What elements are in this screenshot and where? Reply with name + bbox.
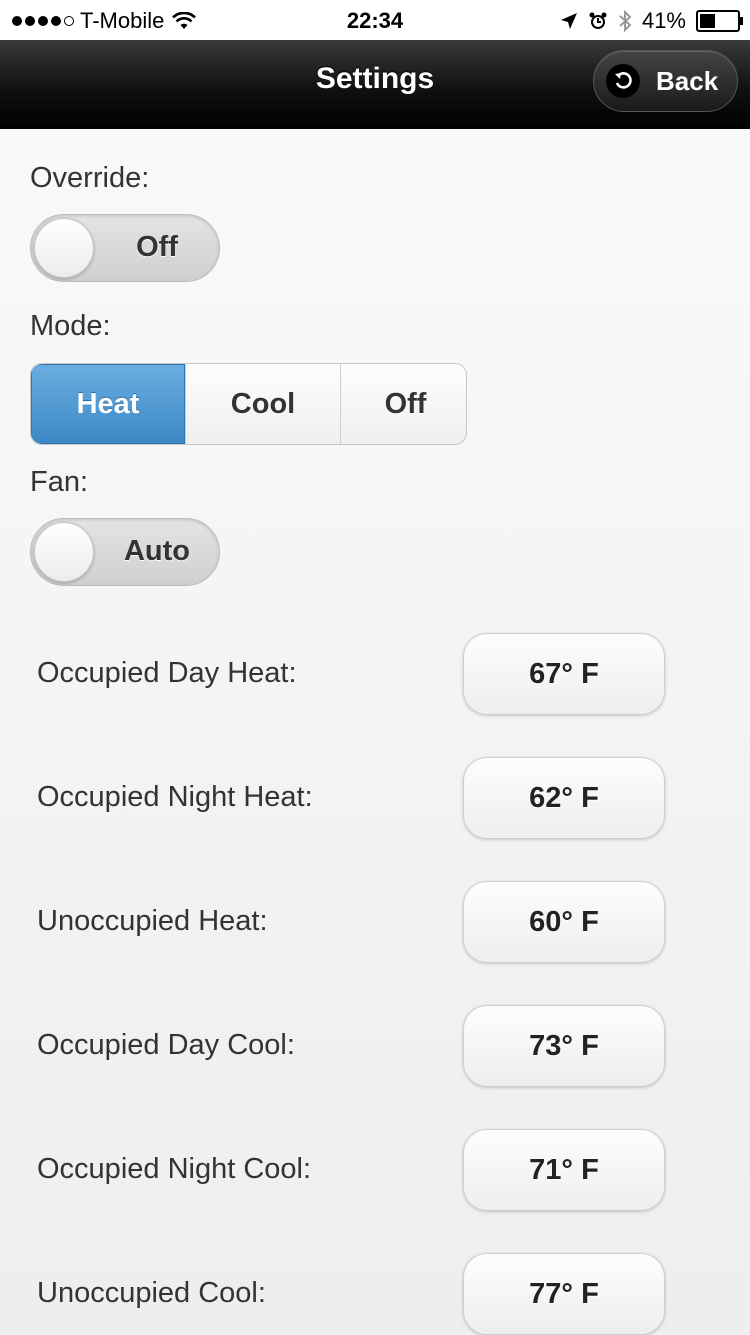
fan-toggle[interactable]: Auto: [30, 518, 220, 586]
override-toggle-text: Off: [136, 231, 178, 263]
override-label: Override:: [30, 162, 150, 194]
bluetooth-icon: [619, 10, 632, 32]
occupied-night-cool-label: Occupied Night Cool:: [37, 1153, 312, 1185]
toggle-knob: [34, 218, 94, 278]
mode-label: Mode:: [30, 310, 111, 342]
alarm-icon: [589, 12, 607, 29]
status-bar: T-Mobile 22:34 41%: [0, 0, 750, 40]
occupied-day-cool-label: Occupied Day Cool:: [37, 1029, 295, 1061]
back-button[interactable]: Back: [593, 50, 738, 112]
back-arrow-icon: [606, 64, 640, 98]
override-toggle[interactable]: Off: [30, 214, 220, 282]
occupied-day-heat-label: Occupied Day Heat:: [37, 657, 297, 689]
fan-label: Fan:: [30, 466, 89, 498]
battery-percent: 41%: [641, 8, 686, 33]
mode-heat-button[interactable]: Heat: [31, 364, 185, 444]
mode-off-button[interactable]: Off: [340, 364, 466, 444]
unoccupied-cool-button[interactable]: 77° F: [463, 1253, 665, 1335]
mode-segmented-control: Heat Cool Off: [30, 363, 467, 445]
location-arrow-icon: [560, 13, 577, 29]
occupied-night-heat-button[interactable]: 62° F: [463, 757, 665, 839]
settings-content: Override: Off Mode: Heat Cool Off Fan: A…: [0, 129, 750, 1335]
unoccupied-heat-button[interactable]: 60° F: [463, 881, 665, 963]
header-bar: Settings Back: [0, 40, 750, 129]
occupied-day-heat-button[interactable]: 67° F: [463, 633, 665, 715]
battery-icon: [696, 10, 743, 32]
unoccupied-cool-label: Unoccupied Cool:: [37, 1277, 266, 1309]
toggle-knob: [34, 522, 94, 582]
occupied-day-cool-button[interactable]: 73° F: [463, 1005, 665, 1087]
mode-cool-button[interactable]: Cool: [185, 364, 340, 444]
fan-toggle-text: Auto: [123, 535, 191, 567]
unoccupied-heat-label: Unoccupied Heat:: [37, 905, 268, 937]
occupied-night-cool-button[interactable]: 71° F: [463, 1129, 665, 1211]
back-button-label: Back: [656, 65, 719, 96]
occupied-night-heat-label: Occupied Night Heat:: [37, 781, 313, 813]
